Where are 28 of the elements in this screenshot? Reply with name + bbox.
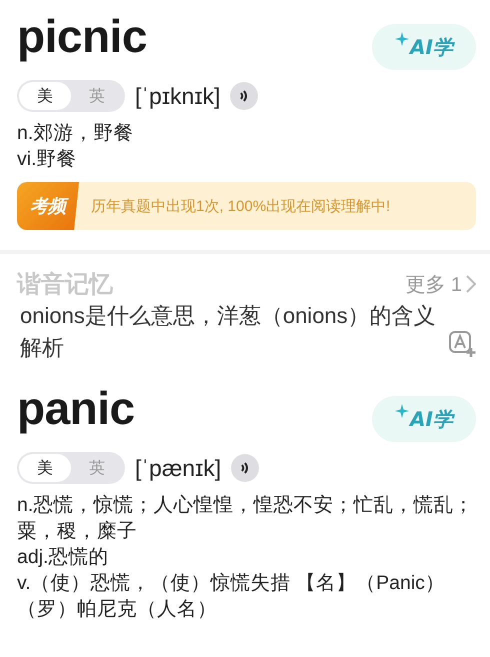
exam-badge: 考频 bbox=[17, 182, 79, 230]
article-title: onions是什么意思，洋葱（onions）的含义解析 bbox=[20, 302, 437, 362]
exam-text: 历年真题中出现1次, 100%出现在阅读理解中! bbox=[91, 196, 390, 216]
sound-icon bbox=[240, 462, 250, 474]
phonetic: [ˈpænɪk] bbox=[135, 454, 222, 482]
sound-icon bbox=[239, 90, 250, 102]
headword: picnic bbox=[17, 9, 147, 64]
accent-option[interactable]: 英 bbox=[71, 82, 123, 110]
accent-toggle[interactable]: 美 英 bbox=[17, 452, 125, 484]
ai-learn-button[interactable]: AI学 bbox=[372, 24, 476, 70]
definition: n.郊游，野餐 bbox=[17, 121, 134, 146]
accent-option[interactable]: 英 bbox=[71, 454, 123, 482]
more-link[interactable]: 更多 1 bbox=[405, 270, 476, 298]
speaker-button[interactable] bbox=[230, 82, 258, 110]
speaker-button[interactable] bbox=[231, 454, 260, 482]
accent-option[interactable]: 美 bbox=[19, 454, 71, 482]
definition: v.（使）恐慌，（使）惊慌失措 【名】（Panic）（罗）帕尼克（人名） bbox=[17, 571, 446, 622]
chevron-icon bbox=[466, 275, 476, 293]
definition: vi.野餐 bbox=[17, 147, 78, 172]
definition: adj.恐慌的 bbox=[17, 545, 110, 570]
sparkle-icon bbox=[395, 32, 410, 46]
ai-learn-button[interactable]: AI学 bbox=[372, 396, 476, 442]
accent-toggle[interactable]: 美 英 bbox=[17, 80, 125, 112]
phonetic: [ˈpɪknɪk] bbox=[135, 82, 220, 110]
add-text-icon[interactable] bbox=[448, 330, 476, 358]
accent-option[interactable]: 美 bbox=[19, 82, 71, 110]
sparkle-icon bbox=[395, 404, 410, 418]
headword: panic bbox=[17, 381, 135, 436]
